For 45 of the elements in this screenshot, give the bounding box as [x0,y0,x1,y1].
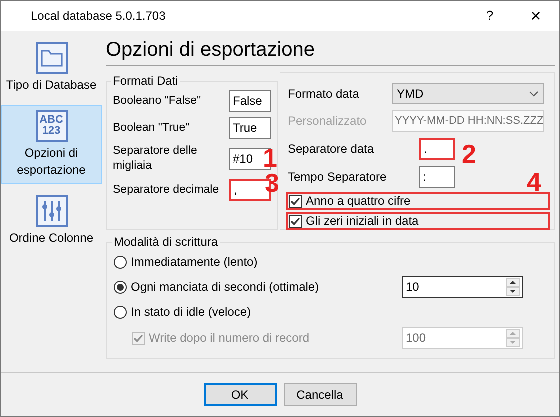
group-label: Formati Dati [112,73,180,90]
abc-icon: ABC 123 [36,110,68,142]
page-title: Opzioni di esportazione [106,37,555,66]
checkbox[interactable] [289,214,302,228]
annotation-number: 4 [527,169,542,195]
field-label: Booleano "False" [113,94,202,108]
folder-icon [36,42,68,74]
checkbox-row[interactable]: Anno a quattro cifre [286,192,550,210]
dialog-button[interactable]: Cancella [284,383,356,406]
checkbox-label: Gli zeri iniziali in data [306,213,419,230]
field-label: Personalizzato [288,113,368,130]
dropdown[interactable]: YMD [392,83,544,104]
checkbox-row[interactable]: Gli zeri iniziali in data [286,212,550,230]
dialog-button[interactable]: OK [204,383,276,406]
sidebar-item[interactable]: Ordine Colonne [1,190,102,252]
radio-label: Immediatamente (lento) [131,254,259,271]
checkbox[interactable] [289,194,302,208]
field-label: Tempo Separatore [288,169,388,186]
help-button[interactable]: ? [467,1,513,31]
text-field[interactable]: . [419,138,455,160]
field-label: Boolean "True" [113,120,191,136]
sidebar-item[interactable]: ABC 123 Opzioni di esportazione [1,105,102,184]
field-label: Separatore delle migliaia [113,144,198,174]
sidebar-item[interactable]: Tipo di Database [1,37,102,99]
text-field[interactable]: True [229,117,271,139]
text-field[interactable]: False [229,90,271,112]
checkbox-label: Write dopo il numero di record [149,330,311,347]
field-label: Formato data [288,86,360,102]
sliders-icon [36,195,68,227]
spin-arrows-icon[interactable] [506,278,520,296]
radio-label: Ogni manciata di secondi (ottimale) [131,279,320,296]
field-label: Separatore decimale [113,182,220,198]
number-field[interactable]: 10 [402,276,523,298]
radio-button[interactable] [114,256,127,268]
annotation-number: 2 [462,141,476,167]
chevron-icon [529,90,539,96]
checkbox-label: Anno a quattro cifre [306,193,411,210]
window-title: Local database 5.0.1.703 [31,8,167,25]
radio-button[interactable] [114,280,127,294]
close-button[interactable]: × [513,1,559,31]
radio-label: In stato di idle (veloce) [131,304,252,321]
group-label: Modalità di scrittura [113,234,220,251]
radio-button[interactable] [114,306,127,318]
text-field[interactable]: : [419,166,455,188]
field-label: Separatore data [288,141,376,158]
